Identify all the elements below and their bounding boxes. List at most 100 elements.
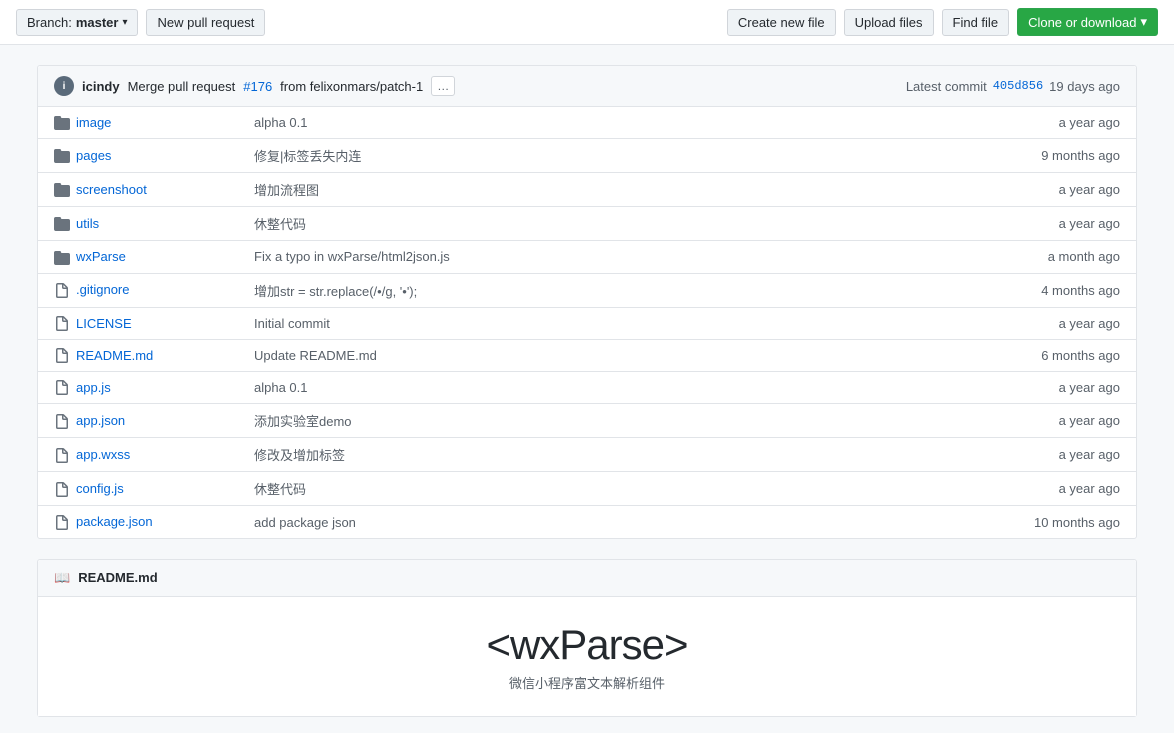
file-name-cell: config.js [38, 472, 238, 506]
file-time: a year ago [830, 107, 1136, 139]
commit-message: Merge pull request [128, 79, 236, 94]
file-description: alpha 0.1 [238, 372, 830, 404]
file-name-cell: app.json [38, 404, 238, 438]
branch-label: Branch: [27, 15, 72, 30]
table-row: package.json add package json 10 months … [38, 506, 1136, 538]
find-file-button[interactable]: Find file [942, 9, 1010, 36]
file-name-cell: pages [38, 139, 238, 173]
table-row: app.json 添加实验室demo a year ago [38, 404, 1136, 438]
file-time: a year ago [830, 404, 1136, 438]
readme-header: 📖 README.md [38, 560, 1136, 597]
file-name-cell: utils [38, 207, 238, 241]
commit-bar: i icindy Merge pull request #176 from fe… [38, 66, 1136, 107]
readme-content: <wxParse> 微信小程序富文本解析组件 [38, 597, 1136, 716]
file-time: a year ago [830, 438, 1136, 472]
pr-number-link[interactable]: #176 [243, 79, 272, 94]
file-time: 10 months ago [830, 506, 1136, 538]
table-row: screenshoot 增加流程图 a year ago [38, 173, 1136, 207]
file-name-cell: screenshoot [38, 173, 238, 207]
avatar: i [54, 76, 74, 96]
table-row: wxParse Fix a typo in wxParse/html2json.… [38, 241, 1136, 273]
branch-name: master [76, 15, 119, 30]
file-name-cell: app.js [38, 372, 238, 404]
chevron-down-icon: ▾ [122, 17, 127, 28]
file-link[interactable]: .gitignore [76, 282, 129, 297]
file-description: 休整代码 [238, 472, 830, 506]
table-row: config.js 休整代码 a year ago [38, 472, 1136, 506]
file-name-cell: .gitignore [38, 273, 238, 307]
file-link[interactable]: app.js [76, 380, 111, 395]
file-icon [54, 446, 76, 462]
file-link[interactable]: app.wxss [76, 447, 130, 462]
file-icon [54, 315, 76, 331]
file-icon [54, 281, 76, 297]
chevron-down-icon: ▾ [1140, 14, 1147, 30]
table-row: app.js alpha 0.1 a year ago [38, 372, 1136, 404]
file-description: 修复|标签丢失内连 [238, 139, 830, 173]
file-description: 增加流程图 [238, 173, 830, 207]
file-name-cell: LICENSE [38, 307, 238, 339]
latest-commit-label: Latest commit [906, 79, 987, 94]
create-new-file-button[interactable]: Create new file [727, 9, 836, 36]
new-pull-request-button[interactable]: New pull request [146, 9, 265, 36]
file-time: 4 months ago [830, 273, 1136, 307]
file-description: add package json [238, 506, 830, 538]
commit-user-link[interactable]: icindy [82, 79, 120, 94]
file-description: Initial commit [238, 307, 830, 339]
table-row: pages 修复|标签丢失内连 9 months ago [38, 139, 1136, 173]
table-row: app.wxss 修改及增加标签 a year ago [38, 438, 1136, 472]
file-icon [54, 347, 76, 363]
toolbar: Branch: master ▾ New pull request Create… [0, 0, 1174, 45]
repository-content: i icindy Merge pull request #176 from fe… [37, 65, 1137, 539]
toolbar-left: Branch: master ▾ New pull request [16, 9, 265, 36]
file-time: a year ago [830, 173, 1136, 207]
file-name-cell: image [38, 107, 238, 139]
more-commits-button[interactable]: … [431, 76, 455, 96]
file-description: Update README.md [238, 339, 830, 371]
file-link[interactable]: LICENSE [76, 316, 132, 331]
file-icon [54, 513, 76, 529]
file-name-cell: app.wxss [38, 438, 238, 472]
commit-bar-left: i icindy Merge pull request #176 from fe… [54, 76, 455, 96]
file-description: 增加str = str.replace(/•/g, '•'); [238, 273, 830, 307]
file-description: Fix a typo in wxParse/html2json.js [238, 241, 830, 273]
file-time: 9 months ago [830, 139, 1136, 173]
file-name-cell: package.json [38, 506, 238, 538]
file-link[interactable]: wxParse [76, 249, 126, 264]
table-row: LICENSE Initial commit a year ago [38, 307, 1136, 339]
book-icon: 📖 [54, 570, 70, 586]
file-link[interactable]: screenshoot [76, 182, 147, 197]
file-time: 6 months ago [830, 339, 1136, 371]
file-link[interactable]: README.md [76, 348, 153, 363]
file-time: a year ago [830, 472, 1136, 506]
file-icon [54, 379, 76, 395]
commit-bar-right: Latest commit 405d856 19 days ago [906, 79, 1120, 94]
folder-icon [54, 181, 76, 197]
toolbar-right: Create new file Upload files Find file C… [727, 8, 1158, 36]
file-description: 休整代码 [238, 207, 830, 241]
table-row: .gitignore 增加str = str.replace(/•/g, '•'… [38, 273, 1136, 307]
file-link[interactable]: config.js [76, 481, 124, 496]
file-time: a year ago [830, 207, 1136, 241]
clone-download-button[interactable]: Clone or download ▾ [1017, 8, 1158, 36]
branch-selector[interactable]: Branch: master ▾ [16, 9, 138, 36]
pr-from-text: from felixonmars/patch-1 [280, 79, 423, 94]
file-description: 添加实验室demo [238, 404, 830, 438]
file-table: image alpha 0.1 a year ago pages 修复|标签丢失… [38, 107, 1136, 538]
file-name-cell: wxParse [38, 241, 238, 273]
readme-header-title: README.md [78, 570, 157, 585]
folder-icon [54, 114, 76, 130]
folder-icon [54, 147, 76, 163]
upload-files-button[interactable]: Upload files [844, 9, 934, 36]
file-link[interactable]: pages [76, 148, 111, 163]
file-link[interactable]: package.json [76, 514, 153, 529]
file-icon [54, 480, 76, 496]
folder-icon [54, 248, 76, 264]
commit-hash-link[interactable]: 405d856 [993, 79, 1043, 93]
file-time: a year ago [830, 372, 1136, 404]
wxparse-subtitle: 微信小程序富文本解析组件 [62, 673, 1112, 692]
file-link[interactable]: image [76, 115, 111, 130]
file-link[interactable]: utils [76, 216, 99, 231]
file-link[interactable]: app.json [76, 413, 125, 428]
folder-icon [54, 215, 76, 231]
